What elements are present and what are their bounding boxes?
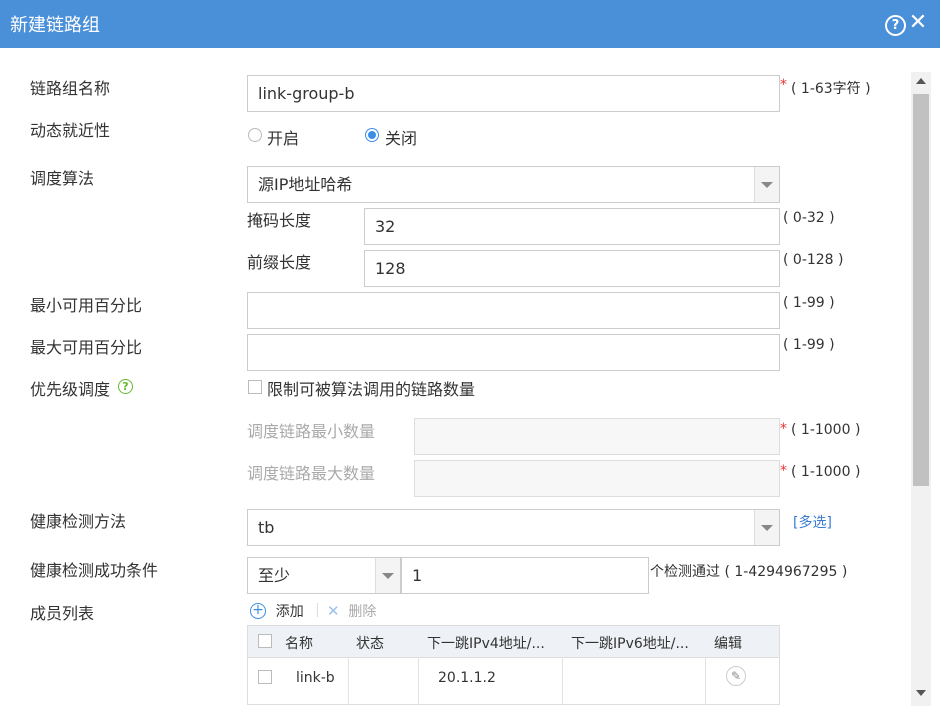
max-percent-label: 最大可用百分比 — [30, 338, 143, 357]
min-percent-input[interactable] — [247, 292, 780, 329]
chevron-down-icon[interactable] — [375, 558, 400, 593]
min-links-input — [414, 418, 780, 455]
multi-select-link[interactable]: [多选] — [793, 512, 832, 532]
min-percent-hint: ( 1-99 ) — [783, 295, 835, 311]
table-header: 名称 状态 下一跳IPv4地址/... 下一跳IPv6地址/... 编辑 — [248, 626, 779, 658]
name-label: 链路组名称 — [30, 79, 111, 98]
max-links-hint: ( 1-1000 ) — [791, 464, 861, 480]
max-links-label: 调度链路最大数量 — [247, 464, 376, 483]
proximity-on-label: 开启 — [267, 129, 300, 148]
scroll-down-arrow-icon[interactable] — [916, 690, 926, 696]
close-icon[interactable]: ✕ — [907, 12, 929, 34]
name-input[interactable]: link-group-b — [247, 75, 780, 112]
algorithm-value: 源IP地址哈希 — [258, 175, 353, 194]
health-condition-select[interactable]: 至少 — [247, 557, 401, 594]
members-table: 名称 状态 下一跳IPv4地址/... 下一跳IPv6地址/... 编辑 lin… — [247, 625, 780, 705]
health-condition-count-input[interactable]: 1 — [401, 557, 649, 594]
chevron-down-icon[interactable] — [754, 167, 779, 202]
required-mark: * — [780, 77, 787, 93]
column-divider — [705, 657, 706, 705]
prefix-length-input[interactable]: 128 — [364, 250, 780, 287]
mask-length-input[interactable]: 32 — [364, 208, 780, 245]
select-all-checkbox[interactable] — [258, 634, 272, 648]
proximity-on-radio[interactable] — [248, 128, 262, 142]
question-circle-icon[interactable]: ? — [885, 15, 906, 36]
col-ipv6[interactable]: 下一跳IPv6地址/... — [571, 633, 689, 653]
proximity-off-label: 关闭 — [385, 129, 418, 148]
health-method-label: 健康检测方法 — [30, 512, 127, 531]
min-percent-label: 最小可用百分比 — [30, 296, 143, 315]
algorithm-label: 调度算法 — [30, 169, 95, 188]
max-links-input — [414, 460, 780, 497]
health-condition-select-value: 至少 — [258, 566, 291, 585]
add-label: 添加 — [275, 604, 304, 620]
max-percent-hint: ( 1-99 ) — [783, 337, 835, 353]
priority-checkbox[interactable] — [248, 380, 262, 394]
col-name[interactable]: 名称 — [285, 633, 313, 653]
delete-x-icon: ✕ — [327, 602, 340, 620]
proximity-label: 动态就近性 — [30, 121, 111, 140]
max-percent-input[interactable] — [247, 334, 780, 371]
column-divider — [348, 657, 349, 705]
plus-circle-icon: + — [250, 603, 266, 619]
name-hint: ( 1-63字符 ) — [791, 81, 871, 97]
health-method-select[interactable]: tb — [247, 509, 780, 546]
row-ipv4: 20.1.1.2 — [438, 670, 496, 686]
scroll-thumb[interactable] — [913, 94, 929, 486]
col-ipv4[interactable]: 下一跳IPv4地址/... — [427, 633, 545, 653]
priority-label: 优先级调度 — [30, 380, 111, 399]
min-links-label: 调度链路最小数量 — [247, 422, 376, 441]
mask-length-label: 掩码长度 — [247, 211, 312, 230]
mask-length-hint: ( 0-32 ) — [783, 210, 835, 226]
row-checkbox[interactable] — [258, 670, 272, 684]
members-label: 成员列表 — [30, 604, 95, 623]
column-divider — [418, 657, 419, 705]
row-name: link-b — [296, 670, 335, 686]
dialog-titlebar: 新建链路组 ? ✕ — [0, 0, 940, 48]
delete-label: 删除 — [348, 604, 377, 620]
health-method-value: tb — [258, 518, 275, 537]
prefix-length-label: 前缀长度 — [247, 253, 312, 272]
prefix-length-hint: ( 0-128 ) — [783, 252, 844, 268]
col-status[interactable]: 状态 — [356, 633, 384, 653]
algorithm-select[interactable]: 源IP地址哈希 — [247, 166, 780, 203]
vertical-scrollbar[interactable] — [911, 72, 931, 706]
chevron-down-icon[interactable] — [754, 510, 779, 545]
pencil-icon[interactable]: ✎ — [726, 666, 746, 686]
health-condition-label: 健康检测成功条件 — [30, 561, 159, 580]
dialog-title: 新建链路组 — [10, 15, 100, 36]
scroll-up-arrow-icon[interactable] — [916, 78, 926, 84]
min-links-hint: ( 1-1000 ) — [791, 422, 861, 438]
required-mark: * — [780, 463, 787, 479]
toolbar-divider — [317, 603, 318, 617]
proximity-off-radio[interactable] — [365, 128, 379, 142]
priority-checkbox-label: 限制可被算法调用的链路数量 — [267, 380, 476, 399]
health-condition-hint: 个检测通过 ( 1-4294967295 ) — [650, 564, 848, 580]
add-button[interactable]: + 添加 — [250, 601, 304, 621]
help-question-icon[interactable]: ? — [118, 379, 133, 394]
col-edit: 编辑 — [714, 636, 742, 652]
required-mark: * — [780, 421, 787, 437]
delete-button[interactable]: ✕ 删除 — [327, 601, 376, 621]
column-divider — [562, 657, 563, 705]
